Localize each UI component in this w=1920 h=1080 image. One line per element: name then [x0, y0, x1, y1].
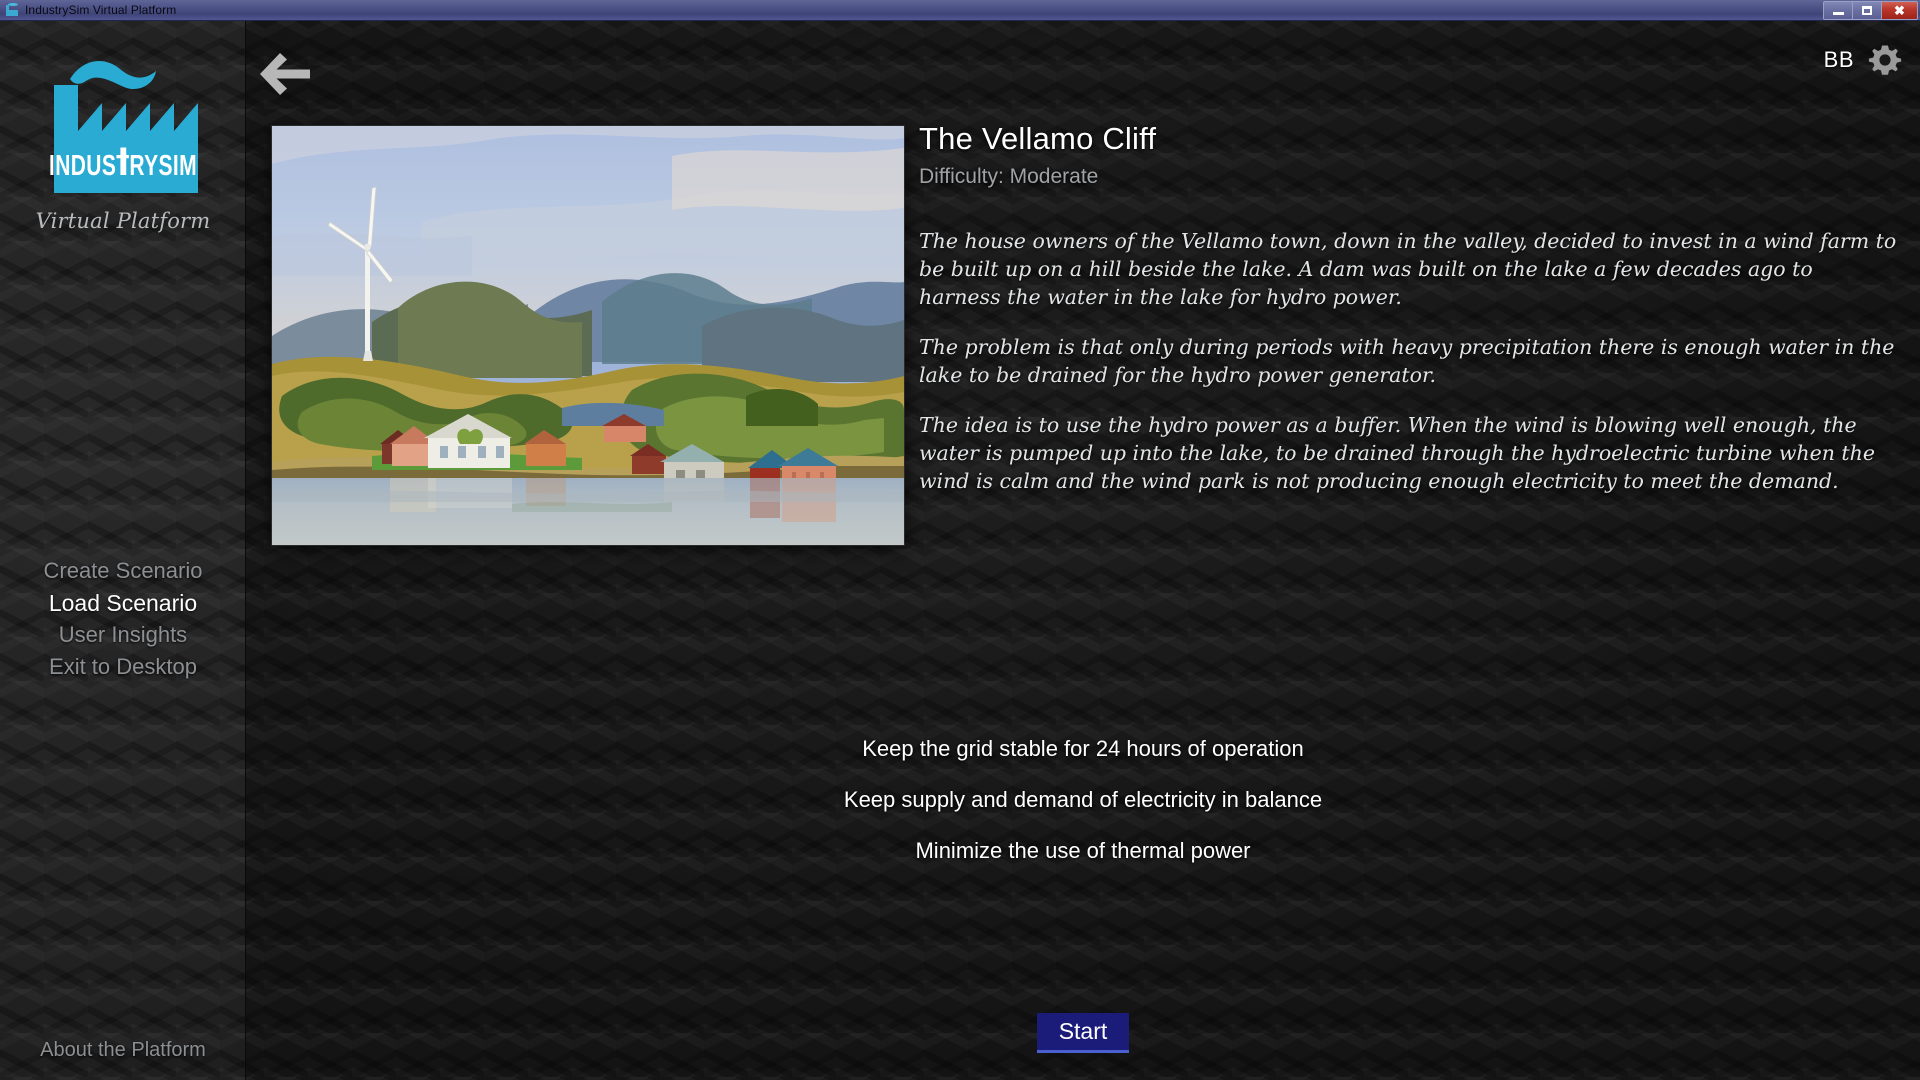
close-button[interactable]: ✖ — [1882, 1, 1917, 19]
objective-item: Keep supply and demand of electricity in… — [843, 787, 1323, 812]
window-titlebar: IndustrySim Virtual Platform ✖ — [0, 0, 1920, 21]
minimize-button[interactable] — [1824, 1, 1853, 19]
minimize-icon — [1832, 11, 1844, 15]
scenario-description: The house owners of the Vellamo town, do… — [919, 227, 1899, 495]
scenario-objectives: Keep the grid stable for 24 hours of ope… — [246, 734, 1920, 887]
gear-icon[interactable] — [1868, 43, 1902, 77]
scenario-preview-image — [272, 126, 904, 545]
scenario-details: The Vellamo Cliff Difficulty: Moderate T… — [919, 121, 1899, 517]
maximize-icon — [1862, 5, 1872, 15]
objective-item: Minimize the use of thermal power — [915, 838, 1251, 863]
sidebar: I INDUSTRYSIM Virtual Platform Create Sc… — [0, 21, 246, 1080]
svg-text:INDUSTRYSIM: INDUSTRYSIM — [49, 150, 197, 182]
description-paragraph: The house owners of the Vellamo town, do… — [919, 229, 1897, 309]
start-button-container: Start — [246, 1013, 1920, 1053]
main-menu: Create Scenario Load Scenario User Insig… — [0, 555, 246, 683]
menu-item-create-scenario[interactable]: Create Scenario — [0, 555, 246, 587]
brand-tagline: Virtual Platform — [35, 209, 211, 233]
about-the-platform-link[interactable]: About the Platform — [0, 1039, 246, 1062]
window-controls: ✖ — [1823, 0, 1918, 20]
description-paragraph: The idea is to use the hydro power as a … — [919, 413, 1876, 493]
back-arrow-icon[interactable] — [258, 47, 314, 95]
scenario-difficulty: Difficulty: Moderate — [919, 165, 1099, 188]
objective-item: Keep the grid stable for 24 hours of ope… — [862, 736, 1304, 761]
application-window: I INDUSTRYSIM Virtual Platform Create Sc… — [0, 21, 1920, 1080]
factory-icon — [4, 3, 20, 17]
user-initials-badge[interactable]: BB — [1824, 47, 1854, 73]
window-title: IndustrySim Virtual Platform — [25, 3, 177, 17]
start-button[interactable]: Start — [1036, 1013, 1130, 1053]
close-icon: ✖ — [1894, 2, 1905, 18]
maximize-button[interactable] — [1853, 1, 1882, 19]
brand-logo: I INDUSTRYSIM Virtual Platform — [0, 43, 246, 233]
content-area: BB The Vellamo Cliff Difficulty: Moderat… — [246, 21, 1920, 1080]
factory-logo-icon: I INDUSTRYSIM — [32, 43, 214, 203]
header-actions: BB — [1824, 43, 1902, 77]
description-paragraph: The problem is that only during periods … — [919, 335, 1895, 387]
menu-item-load-scenario[interactable]: Load Scenario — [0, 587, 246, 619]
menu-item-user-insights[interactable]: User Insights — [0, 619, 246, 651]
menu-item-exit-to-desktop[interactable]: Exit to Desktop — [0, 651, 246, 683]
scenario-title: The Vellamo Cliff — [919, 121, 1157, 156]
